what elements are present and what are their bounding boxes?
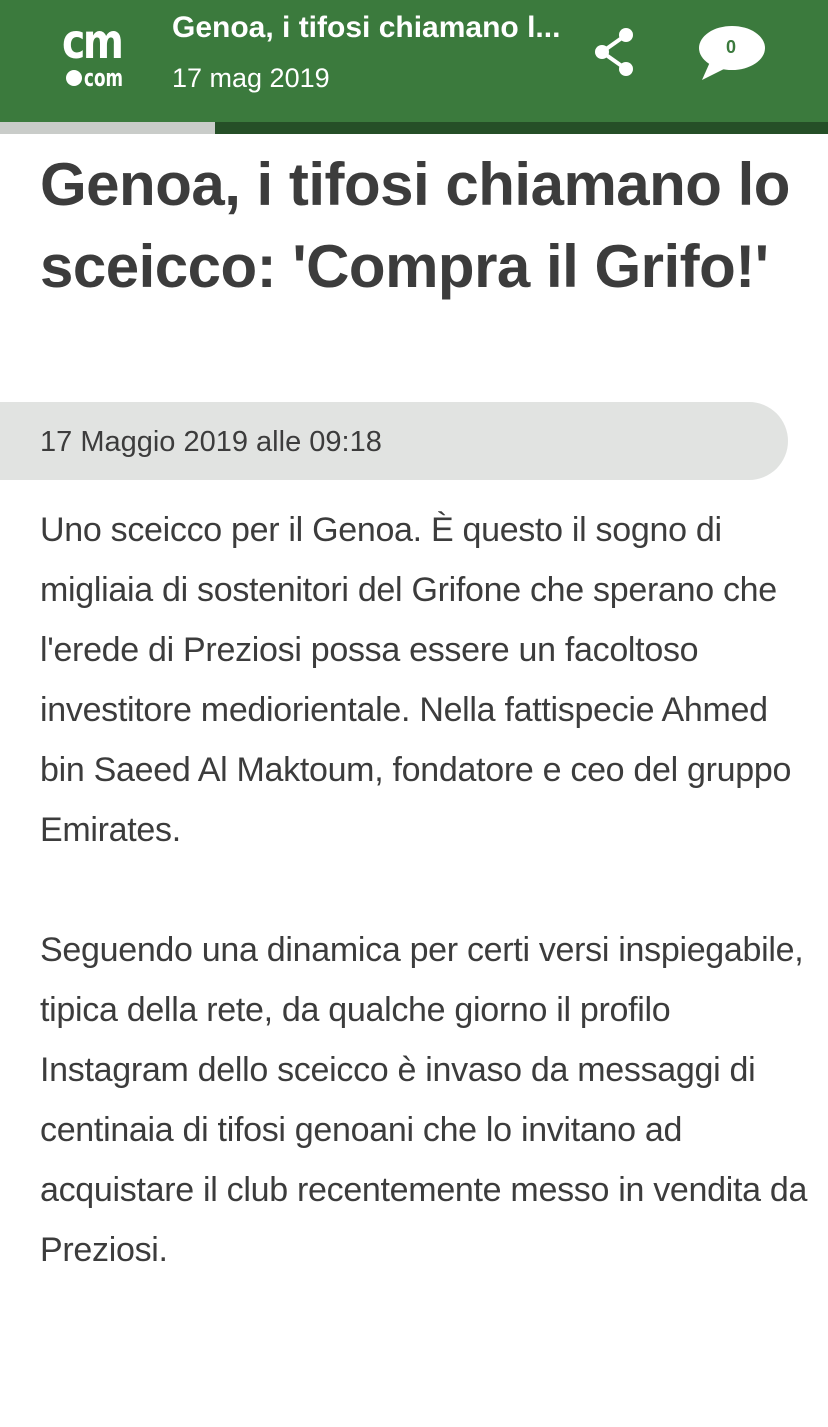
logo-dot	[66, 70, 82, 86]
article-datetime: 17 Maggio 2019 alle 09:18	[40, 426, 382, 458]
article-paragraph: Uno sceicco per il Genoa. È questo il so…	[40, 511, 792, 849]
comment-count: 0	[725, 37, 736, 57]
article-body: Uno sceicco per il Genoa. È questo il so…	[40, 500, 810, 1340]
header-date: 17 mag 2019	[172, 63, 330, 93]
article-paragraph: Seguendo una dinamica per certi versi in…	[40, 931, 808, 1269]
share-button[interactable]	[590, 26, 642, 78]
header-title: Genoa, i tifosi chiamano l...	[172, 11, 561, 44]
share-icon	[595, 28, 633, 76]
reading-progress-fill	[0, 122, 216, 134]
article-date-bar: 17 Maggio 2019 alle 09:18	[0, 402, 788, 480]
article-title: Genoa, i tifosi chiamano lo sceicco: 'Co…	[40, 151, 790, 300]
reading-progress-bar	[0, 122, 828, 134]
site-logo[interactable]: cm com	[62, 18, 132, 90]
top-app-bar: cm com Genoa, i tifosi chiamano l... 17 …	[0, 0, 828, 122]
logo-cm-text: cm	[62, 14, 124, 70]
comments-button[interactable]: 0	[696, 24, 768, 84]
logo-com-text: com	[84, 64, 124, 92]
